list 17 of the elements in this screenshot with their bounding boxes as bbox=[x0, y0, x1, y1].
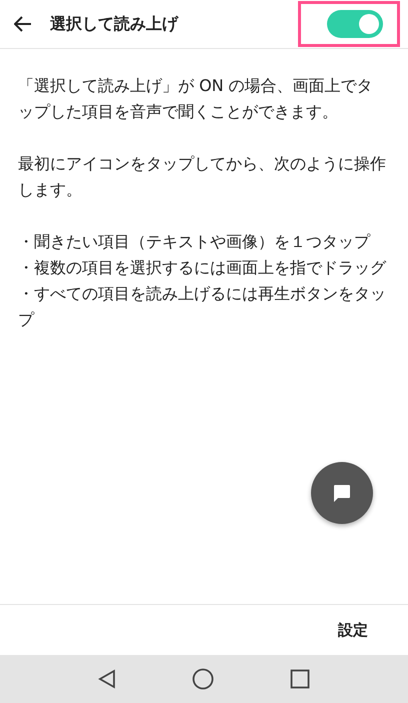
toggle-switch[interactable] bbox=[327, 10, 383, 38]
back-arrow-icon bbox=[14, 16, 32, 32]
triangle-icon bbox=[98, 669, 116, 689]
bullet-item: ・聞きたい項目（テキストや画像）を１つタップ bbox=[18, 231, 372, 253]
description-paragraph: 「選択して読み上げ」が ON の場合、画面上でタップした項目を音声で聞くことができます。 bbox=[18, 75, 374, 123]
recents-nav-button[interactable] bbox=[290, 669, 310, 689]
description-paragraph: 最初にアイコンをタップしてから、次のように操作します。 bbox=[18, 153, 387, 201]
bullet-item: ・すべての項目を読み上げるには再生ボタンをタップ bbox=[18, 283, 387, 331]
square-icon bbox=[290, 669, 310, 689]
chat-bubble-button[interactable] bbox=[311, 462, 373, 524]
screen-title: 選択して読み上げ bbox=[50, 14, 180, 34]
chat-bubble-icon bbox=[332, 483, 352, 503]
bullet-item: ・複数の項目を選択するには画面上を指でドラッグ bbox=[18, 257, 388, 279]
settings-button[interactable]: 設定 bbox=[332, 620, 374, 640]
back-nav-button[interactable] bbox=[98, 669, 116, 689]
home-nav-button[interactable] bbox=[192, 668, 214, 690]
circle-icon bbox=[192, 668, 214, 690]
